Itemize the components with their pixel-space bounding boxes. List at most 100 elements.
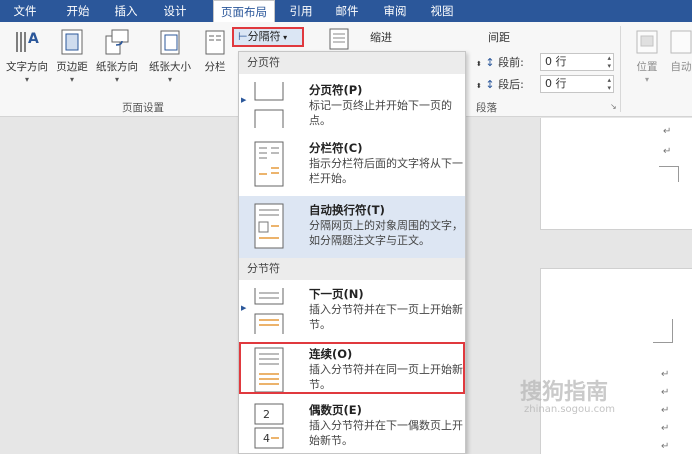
margin-corner-mark (659, 166, 679, 182)
page-size-icon (160, 30, 180, 55)
position-button[interactable]: 位置 ▾ (632, 28, 662, 84)
chevron-down-icon: ▾ (114, 75, 119, 84)
tab-review[interactable]: 审阅 (375, 0, 415, 22)
spacing-before-input[interactable]: 0 行 ▴ ▾ (540, 53, 614, 71)
wrap-text-button[interactable]: 自动 (666, 28, 692, 74)
page-breaks-section-header: 分页符 (239, 52, 465, 74)
breaks-dropdown-menu: 分页符 ▶ 分页符(P) 标记一页终止并开始下一页的点。 分栏符(C) 指示分栏… (238, 51, 466, 454)
menu-item-title: 分栏符(C) (309, 141, 363, 155)
menu-item-column-break[interactable]: 分栏符(C) 指示分栏符后面的文字将从下一栏开始。 (239, 134, 465, 196)
chevron-down-icon: ▾ (644, 75, 649, 84)
columns-button[interactable]: 分栏 (200, 28, 230, 74)
spin-arrows-icon[interactable]: ▴ ▾ (607, 54, 611, 70)
document-page[interactable]: ↵ ↵ ↵ ↵ ↵ (540, 268, 692, 454)
paragraph-mark: ↵ (663, 146, 672, 157)
page-break-icon (254, 82, 284, 128)
spacing-before-text: 段前: (498, 56, 524, 69)
spacing-after-label: ⬍ ↕ 段后: (476, 76, 524, 92)
margin-corner-mark (653, 319, 673, 343)
paragraph-mark: ↵ (661, 423, 670, 434)
tab-view[interactable]: 视图 (422, 0, 462, 22)
svg-text:2: 2 (263, 408, 270, 421)
text-direction-icon: A (16, 31, 39, 52)
columns-label: 分栏 (204, 61, 226, 73)
text-wrapping-break-icon (254, 203, 284, 249)
svg-text:4: 4 (263, 432, 270, 445)
tab-file[interactable]: 文件 (0, 0, 50, 22)
menu-item-title: 自动换行符(T) (309, 203, 385, 217)
text-direction-button[interactable]: A 文字方向 ▾ (2, 28, 52, 84)
ribbon-tab-bar: 文件 开始 插入 设计 页面布局 引用 邮件 审阅 视图 (0, 0, 692, 23)
menu-item-description: 标记一页终止并开始下一页的点。 (309, 99, 452, 127)
space-before-icon: ↕ (485, 56, 495, 69)
menu-item-description: 分隔网页上的对象周围的文字，如分隔题注文字与正文。 (309, 219, 463, 247)
group-divider (620, 26, 621, 112)
orientation-button[interactable]: 纸张方向 ▾ (92, 28, 142, 84)
paragraph-mark: ↵ (661, 369, 670, 380)
menu-item-page-break[interactable]: ▶ 分页符(P) 标记一页终止并开始下一页的点。 (239, 74, 465, 134)
position-icon (636, 30, 658, 54)
highlight-box (239, 342, 465, 394)
menu-item-description: 插入分节符并在下一偶数页上开始新节。 (309, 419, 463, 447)
spin-arrows-icon: ⬍ (476, 82, 482, 90)
page-setup-group-label: 页面设置 (122, 102, 164, 114)
size-label: 纸张大小 (149, 61, 191, 73)
paragraph-group-label: 段落 (476, 102, 497, 114)
dialog-launcher-icon[interactable]: ↘ (610, 102, 617, 111)
spin-arrows-icon: ⬍ (476, 60, 482, 68)
spacing-after-value: 0 行 (545, 77, 567, 90)
wrap-text-label: 自动 (670, 61, 692, 73)
menu-item-title: 下一页(N) (309, 287, 364, 301)
tab-references[interactable]: 引用 (281, 0, 321, 22)
margins-icon (61, 29, 83, 55)
margins-button[interactable]: 页边距 ▾ (54, 28, 90, 84)
tab-page-layout[interactable]: 页面布局 (213, 0, 275, 23)
next-page-icon (254, 288, 284, 334)
menu-item-even-page[interactable]: 2 4 偶数页(E) 插入分节符并在下一偶数页上开始新节。 (239, 398, 465, 454)
paragraph-mark: ↵ (661, 387, 670, 398)
menu-item-title: 偶数页(E) (309, 403, 362, 417)
column-break-icon (254, 141, 284, 187)
orientation-label: 纸张方向 (96, 61, 138, 73)
section-breaks-section-header: 分节符 (239, 258, 465, 280)
menu-item-text-wrapping-break[interactable]: 自动换行符(T) 分隔网页上的对象周围的文字，如分隔题注文字与正文。 (239, 196, 465, 258)
arrow-right-icon: ▶ (241, 304, 247, 312)
spacing-before-value: 0 行 (545, 55, 567, 68)
space-after-icon: ↕ (485, 78, 495, 91)
chevron-down-icon: ▾ (167, 75, 172, 84)
tab-insert[interactable]: 插入 (106, 0, 146, 22)
tab-home[interactable]: 开始 (58, 0, 98, 22)
spacing-before-label: ⬍ ↕ 段前: (476, 54, 524, 70)
size-button[interactable]: 纸张大小 ▾ (144, 28, 196, 84)
breaks-icon: ⊢ (238, 30, 248, 43)
wrap-text-icon (670, 30, 692, 54)
chevron-down-icon: ▾ (69, 75, 74, 84)
arrow-right-icon: ▶ (241, 96, 247, 104)
spacing-after-input[interactable]: 0 行 ▴ ▾ (540, 75, 614, 93)
document-page[interactable]: ↵ ↵ (540, 118, 692, 230)
svg-text:A: A (28, 31, 39, 47)
spin-arrows-icon[interactable]: ▴ ▾ (607, 76, 611, 92)
tab-mailings[interactable]: 邮件 (327, 0, 367, 22)
tab-design[interactable]: 设计 (155, 0, 195, 22)
chevron-down-icon: ▾ (24, 75, 29, 84)
paragraph-mark: ↵ (663, 126, 672, 137)
text-direction-label: 文字方向 (6, 61, 48, 73)
line-numbers-icon[interactable] (328, 28, 350, 50)
orientation-icon (105, 29, 129, 55)
menu-item-title: 分页符(P) (309, 83, 363, 97)
menu-item-description: 插入分节符并在下一页上开始新节。 (309, 303, 463, 331)
paragraph-mark: ↵ (661, 441, 670, 452)
spacing-label: 间距 (488, 31, 510, 44)
menu-item-description: 指示分栏符后面的文字将从下一栏开始。 (309, 157, 463, 185)
indent-label: 缩进 (370, 31, 392, 44)
margins-label: 页边距 (56, 61, 88, 73)
menu-item-next-page[interactable]: ▶ 下一页(N) 插入分节符并在下一页上开始新节。 (239, 280, 465, 342)
chevron-down-icon: ▾ (280, 33, 288, 42)
watermark-url: zhinan.sogou.com (524, 404, 616, 415)
watermark-logo: 搜狗指南 (520, 380, 609, 405)
columns-icon (205, 30, 225, 55)
even-page-icon: 2 4 (254, 403, 284, 449)
paragraph-mark: ↵ (661, 405, 670, 416)
breaks-button[interactable]: ⊢分隔符 ▾ (232, 27, 304, 47)
